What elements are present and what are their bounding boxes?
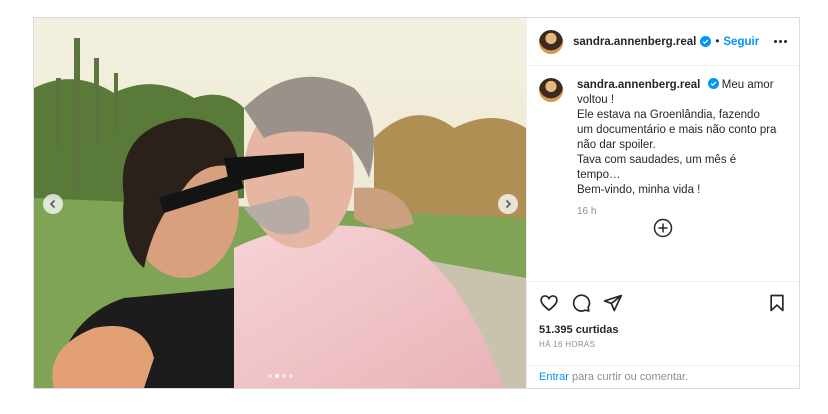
avatar[interactable] bbox=[539, 29, 563, 54]
comment-icon[interactable] bbox=[571, 293, 591, 313]
caption-username[interactable]: sandra.annenberg.real bbox=[577, 79, 700, 91]
header-username[interactable]: sandra.annenberg.real bbox=[573, 36, 696, 48]
comments-area: sandra.annenberg.real Meu amor voltou ! … bbox=[527, 66, 799, 281]
heart-icon[interactable] bbox=[539, 293, 559, 313]
carousel-indicator bbox=[34, 374, 526, 378]
carousel-prev-button[interactable] bbox=[43, 194, 63, 214]
caption: sandra.annenberg.real Meu amor voltou ! … bbox=[539, 78, 787, 219]
caption-timestamp[interactable]: 16 h bbox=[577, 204, 777, 219]
carousel-dot bbox=[274, 374, 279, 378]
caption-text: Ele estava na Groenlândia, fazendo um do… bbox=[577, 109, 777, 196]
post-actions: 51.395 curtidas HÁ 16 HORAS bbox=[527, 281, 799, 365]
share-icon[interactable] bbox=[603, 293, 623, 313]
caption-body: sandra.annenberg.real Meu amor voltou ! … bbox=[577, 78, 777, 219]
post-date[interactable]: HÁ 16 HORAS bbox=[539, 340, 787, 349]
follow-button[interactable]: Seguir bbox=[723, 36, 759, 48]
carousel-dot bbox=[281, 374, 286, 378]
carousel-next-button[interactable] bbox=[498, 194, 518, 214]
chevron-left-icon bbox=[49, 199, 56, 209]
login-prompt: Entrar para curtir ou comentar. bbox=[527, 365, 799, 388]
likes-count[interactable]: 51.395 curtidas bbox=[539, 324, 787, 336]
post-header: sandra.annenberg.real • Seguir bbox=[527, 18, 799, 66]
more-options-icon[interactable] bbox=[774, 40, 787, 43]
carousel-dot bbox=[267, 374, 272, 378]
post-media[interactable] bbox=[34, 18, 526, 388]
carousel-dot bbox=[288, 374, 293, 378]
login-prompt-text: para curtir ou comentar. bbox=[571, 371, 689, 383]
avatar[interactable] bbox=[539, 78, 563, 102]
add-circle-icon[interactable] bbox=[653, 218, 673, 238]
verified-badge-icon bbox=[707, 78, 719, 89]
post-photo bbox=[34, 18, 526, 388]
login-link[interactable]: Entrar bbox=[539, 371, 569, 383]
header-separator: • bbox=[715, 35, 720, 48]
action-icons bbox=[539, 290, 787, 316]
bookmark-icon[interactable] bbox=[767, 293, 787, 313]
instagram-post: sandra.annenberg.real • Seguir sandra.an… bbox=[33, 17, 800, 389]
post-sidebar: sandra.annenberg.real • Seguir sandra.an… bbox=[526, 18, 799, 388]
chevron-right-icon bbox=[505, 199, 512, 209]
verified-badge-icon bbox=[700, 36, 712, 47]
